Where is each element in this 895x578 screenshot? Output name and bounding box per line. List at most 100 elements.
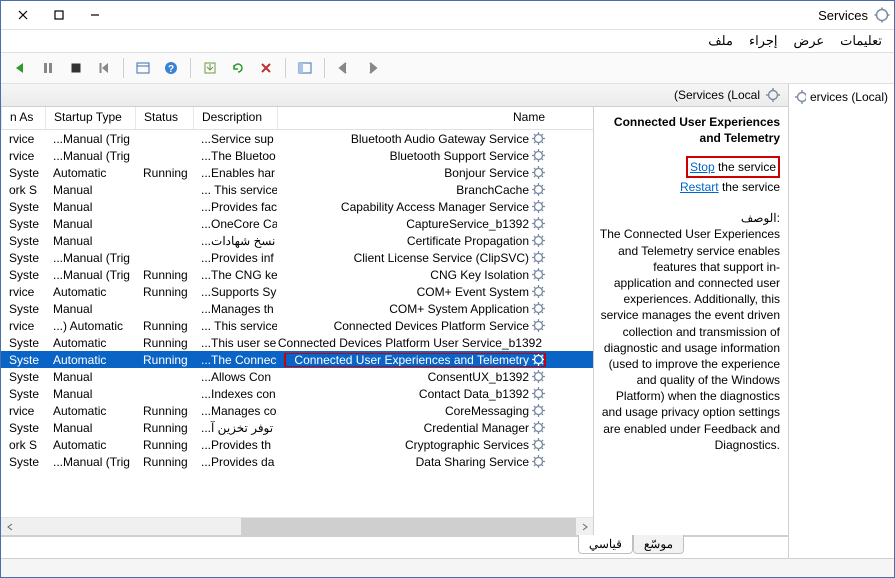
gear-icon	[766, 88, 780, 102]
service-row[interactable]: rviceAutomaticRunning...Manages coCoreMe…	[1, 402, 593, 419]
service-row[interactable]: SysteAutomaticRunning...This user seConn…	[1, 334, 593, 351]
service-row[interactable]: rvice...) AutomaticRunning... This servi…	[1, 317, 593, 334]
service-row[interactable]: SysteAutomaticRunning...The ConnecConnec…	[1, 351, 593, 368]
service-row[interactable]: SysteAutomaticRunning...Enables harBonjo…	[1, 164, 593, 181]
cell-desc: ...Allows Con	[193, 370, 277, 384]
col-startup[interactable]: Startup Type	[45, 107, 135, 129]
scroll-left-icon[interactable]	[1, 518, 18, 535]
main-header: (Services (Local	[1, 84, 788, 107]
detail-actions: Stop the service Restart the service	[598, 156, 780, 196]
col-name[interactable]: Name	[277, 107, 553, 129]
cell-name: CoreMessaging	[277, 404, 553, 418]
service-row[interactable]: Syste...Manual (TrigRunning...The CNG ke…	[1, 266, 593, 283]
grid-hscroll[interactable]	[1, 517, 593, 535]
cell-status: Running	[135, 353, 193, 367]
scroll-right-icon[interactable]	[576, 518, 593, 535]
service-row[interactable]: SysteManual...Manages thCOM+ System Appl…	[1, 300, 593, 317]
grid-rows: rvice...Manual (Trig...Service supBlueto…	[1, 130, 593, 517]
service-row[interactable]: SysteManual...OneCore CaCaptureService_b…	[1, 215, 593, 232]
cell-startup: Manual	[45, 302, 135, 316]
menu-help[interactable]: تعليمات	[840, 33, 882, 49]
service-name-label: CaptureService_b1392	[406, 217, 529, 231]
service-row[interactable]: ork SManual... This serviceBranchCache	[1, 181, 593, 198]
tb-play[interactable]	[7, 55, 33, 81]
service-row[interactable]: SysteManual...Allows ConConsentUX_b1392	[1, 368, 593, 385]
cell-name: COM+ System Application	[277, 302, 553, 316]
cell-desc: ...توفر تخزين آ	[193, 421, 277, 435]
tab-standard[interactable]: قياسي	[578, 535, 633, 554]
close-button[interactable]	[5, 3, 41, 27]
service-row[interactable]: Syste...Manual (Trig...Provides infClien…	[1, 249, 593, 266]
stop-service-link[interactable]: Stop	[690, 160, 715, 174]
col-status[interactable]: Status	[135, 107, 193, 129]
tabs: موسّع قياسي	[1, 535, 788, 558]
tb-show-hide[interactable]	[292, 55, 318, 81]
service-row[interactable]: SysteManual...Indexes conContact Data_b1…	[1, 385, 593, 402]
maximize-button[interactable]	[41, 3, 77, 27]
service-name-label: Client License Service (ClipSVC)	[354, 251, 529, 265]
cell-logon: Syste	[1, 387, 45, 401]
menu-action[interactable]: إجراء	[749, 33, 778, 49]
service-row[interactable]: SysteManual...Provides facCapability Acc…	[1, 198, 593, 215]
cell-startup: Automatic	[45, 438, 135, 452]
cell-startup: ...Manual (Trig	[45, 132, 135, 146]
cell-desc: ...Supports Sy	[193, 285, 277, 299]
tree-root-label: ervices (Local)	[810, 90, 888, 104]
service-name-label: Connected User Experiences and Telemetry	[294, 353, 529, 367]
tb-delete[interactable]	[253, 55, 279, 81]
tb-stop[interactable]	[63, 55, 89, 81]
cell-logon: Syste	[1, 200, 45, 214]
service-name-label: Capability Access Manager Service	[341, 200, 529, 214]
service-name-label: Contact Data_b1392	[419, 387, 529, 401]
tab-extended[interactable]: موسّع	[633, 535, 684, 554]
restart-service-rest: the service	[719, 180, 780, 194]
col-desc[interactable]: Description	[193, 107, 277, 129]
cell-status: Running	[135, 438, 193, 452]
service-row[interactable]: rvice...Manual (Trig...Service supBlueto…	[1, 130, 593, 147]
cell-name: Data Sharing Service	[277, 455, 553, 469]
cell-desc: ...Provides fac	[193, 200, 277, 214]
cell-logon: Syste	[1, 302, 45, 316]
gear-icon	[532, 302, 545, 315]
tb-help[interactable]: ?	[158, 55, 184, 81]
cell-status: Running	[135, 166, 193, 180]
cell-name: Bluetooth Support Service	[277, 149, 553, 163]
tb-back[interactable]	[359, 55, 385, 81]
titlebar: Services	[1, 1, 894, 30]
tb-pause[interactable]	[35, 55, 61, 81]
menu-view[interactable]: عرض	[794, 33, 825, 49]
service-row[interactable]: rvice...Manual (Trig...The BluetooBlueto…	[1, 147, 593, 164]
cell-name: Bonjour Service	[277, 166, 553, 180]
scroll-thumb[interactable]	[241, 518, 576, 535]
service-row[interactable]: SysteManualRunning...توفر تخزين آCredent…	[1, 419, 593, 436]
menu-file[interactable]: ملف	[708, 33, 733, 49]
service-row[interactable]: rviceAutomaticRunning...Supports SyCOM+ …	[1, 283, 593, 300]
minimize-button[interactable]	[77, 3, 113, 27]
cell-desc: ... This service	[193, 183, 277, 197]
tb-forward[interactable]	[331, 55, 357, 81]
col-logon[interactable]: n As	[1, 107, 45, 129]
cell-startup: Manual	[45, 421, 135, 435]
cell-desc: ...Provides inf	[193, 251, 277, 265]
cell-desc: ...The Connec	[193, 353, 277, 367]
svg-text:?: ?	[168, 64, 174, 75]
cell-startup: ...Manual (Trig	[45, 149, 135, 163]
gear-icon	[532, 217, 545, 230]
tb-properties[interactable]	[130, 55, 156, 81]
gear-icon	[532, 455, 545, 468]
tb-restart[interactable]	[91, 55, 117, 81]
cell-name: Bluetooth Audio Gateway Service	[277, 132, 553, 146]
tb-refresh[interactable]	[225, 55, 251, 81]
cell-status: Running	[135, 421, 193, 435]
cell-name: CNG Key Isolation	[277, 268, 553, 282]
restart-service-link[interactable]: Restart	[680, 180, 719, 194]
tb-export[interactable]	[197, 55, 223, 81]
cell-startup: Automatic	[45, 285, 135, 299]
tree-root[interactable]: ervices (Local)	[791, 88, 892, 106]
main-header-label: (Services (Local	[674, 88, 760, 102]
cell-startup: Automatic	[45, 336, 135, 350]
service-row[interactable]: Syste...Manual (TrigRunning...Provides d…	[1, 453, 593, 470]
cell-name: Connected User Experiences and Telemetry	[277, 353, 553, 367]
service-row[interactable]: ork SAutomaticRunning...Provides thCrypt…	[1, 436, 593, 453]
service-row[interactable]: SysteManual...نسخ شهاداتCertificate Prop…	[1, 232, 593, 249]
